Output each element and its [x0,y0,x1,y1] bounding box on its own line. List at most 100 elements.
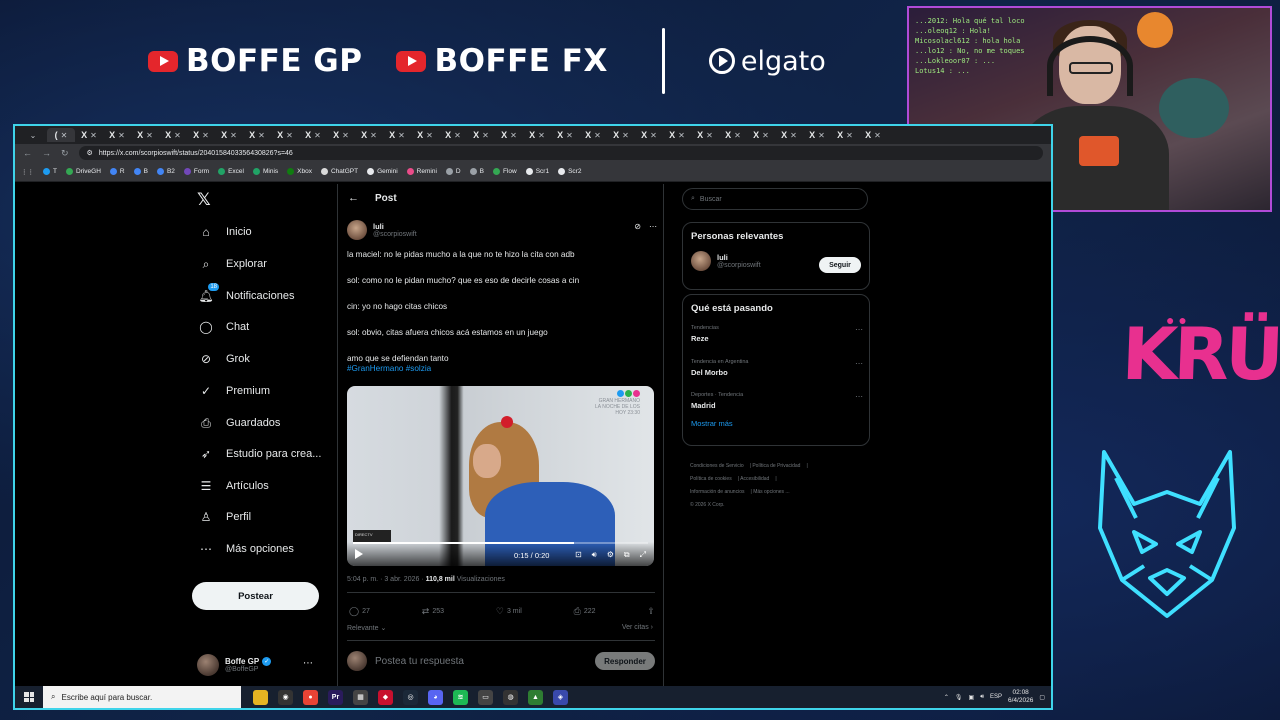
tab[interactable]: X ✕ [691,128,719,142]
nav-item-profile[interactable]: ♙ Perfil [198,507,251,527]
tab[interactable]: X ✕ [859,128,887,142]
trend-item[interactable]: Tendencias Reze ⋯ [691,325,863,343]
show-more-link[interactable]: Mostrar más [691,419,733,428]
premiere-icon[interactable]: Pr [328,689,343,705]
tab[interactable]: X ✕ [663,128,691,142]
app-icon[interactable]: ◍ [503,689,518,705]
relevant-user[interactable]: luli @scorpioswift [691,251,761,271]
more-dots-icon[interactable]: ⋯ [855,325,863,334]
nav-item-more[interactable]: ⋯ Más opciones [198,539,294,559]
bookmark[interactable]: Minis [252,168,278,175]
repost-button[interactable]: ⇄ 253 [422,606,444,617]
avatar[interactable] [347,220,367,240]
fullscreen-icon[interactable]: ⤢ [640,550,646,560]
bookmark[interactable]: R [109,168,125,175]
chrome-icon[interactable]: ● [303,689,318,705]
site-info-icon[interactable]: ⚙ [87,149,93,157]
nav-item-notifications[interactable]: 🔔︎ 18 Notificaciones [198,283,294,306]
author-name[interactable]: luli [373,222,417,231]
tab[interactable]: X ✕ [495,128,523,142]
trend-item[interactable]: Deportes · Tendencia Madrid ⋯ [691,392,863,410]
tab[interactable]: X ✕ [775,128,803,142]
tweet-timestamp[interactable]: 5:04 p. m. · 3 abr. 2026 · [347,576,426,583]
discord-icon[interactable]: ◕ [428,689,443,705]
footer-link[interactable]: Accesibilidad [740,476,769,482]
more-dots-icon[interactable]: ⋯ [649,222,657,231]
tab[interactable]: X ✕ [327,128,355,142]
video-player[interactable]: GRAN HERMANO LA NOCHE DE LOS HOY 23:30 D… [347,386,654,566]
network-icon[interactable]: ▣ [969,694,975,701]
nav-item-articles[interactable]: ☰ Artículos [198,476,269,496]
footer-link[interactable]: Información de anuncios [690,489,744,495]
bookmark[interactable]: B2 [156,168,175,175]
footer-link[interactable]: Política de Privacidad [752,463,800,469]
reply-sort-dropdown[interactable]: Relevante ⌄ [347,624,386,632]
bookmark[interactable]: DriveGH [65,168,101,175]
grok-icon[interactable]: ⊘ [634,222,641,231]
apps-grid-icon[interactable]: ⋮⋮ [21,168,34,176]
tab[interactable]: X ✕ [103,128,131,142]
volume-icon[interactable]: 🔊︎ [592,550,597,560]
tab[interactable]: X ✕ [411,128,439,142]
volume-icon[interactable]: 🔊︎ [980,694,984,701]
hashtag-links[interactable]: #GranHermano #solzia [347,364,659,374]
tab[interactable]: X ✕ [439,128,467,142]
tab[interactable]: X ✕ [467,128,495,142]
author-handle[interactable]: @scorpioswift [373,231,417,238]
tab[interactable]: X ✕ [635,128,663,142]
back-arrow-icon[interactable]: ← [348,192,359,204]
bookmark[interactable]: Form [183,168,209,175]
footer-link[interactable]: Más opciones ... [753,489,789,495]
account-switcher[interactable]: Boffe GP ✓ @BoffeGP ⋯ [197,652,337,678]
bookmark[interactable]: Flow [492,168,517,175]
app-icon[interactable]: ▭ [478,689,493,705]
tab[interactable]: X ✕ [719,128,747,142]
url-input[interactable]: ⚙ https://x.com/scorpioswift/status/2040… [78,146,1043,160]
footer-link[interactable]: Condiciones de Servicio [690,463,744,469]
footer-link[interactable]: Política de cookies [690,476,732,482]
forward-icon[interactable]: → [42,148,51,158]
nav-item-bookmarks[interactable]: ⎙ Guardados [198,413,280,433]
bookmark[interactable]: Xbox [287,168,312,175]
bookmark[interactable]: Scr1 [525,168,549,175]
nav-item-grok[interactable]: ⊘ Grok [198,349,250,369]
bookmark[interactable]: T [43,168,57,175]
tab-active[interactable]: (✕ [47,128,75,142]
tab[interactable]: X ✕ [831,128,859,142]
calculator-icon[interactable]: ▦ [353,689,368,705]
more-dots-icon[interactable]: ⋯ [855,392,863,401]
nav-item-chat[interactable]: ◯ Chat [198,317,249,337]
tab[interactable]: X ✕ [355,128,383,142]
bookmark[interactable]: Gemini [367,168,398,175]
nav-item-creator-studio[interactable]: ➶ Estudio para crea... [198,444,321,464]
bookmark[interactable]: Excel [218,168,244,175]
search-input[interactable]: ⌕ Buscar [682,188,868,210]
tab[interactable]: X ✕ [607,128,635,142]
tab[interactable]: X ✕ [159,128,187,142]
obs-icon[interactable]: ◉ [278,689,293,705]
bookmark[interactable]: Scr2 [558,168,581,175]
nav-item-premium[interactable]: ✓ Premium [198,381,270,401]
view-quotes-link[interactable]: Ver citas › [622,624,653,631]
reply-input[interactable]: Postea tu respuesta [375,656,587,667]
reload-icon[interactable]: ↻ [61,148,69,159]
tab[interactable]: X ✕ [383,128,411,142]
trend-item[interactable]: Tendencia en Argentina Del Morbo ⋯ [691,359,863,377]
share-button[interactable]: ⇪ [647,606,655,617]
play-icon[interactable] [355,549,363,559]
reply-submit-button[interactable]: Responder [595,652,655,670]
tab[interactable]: X ✕ [299,128,327,142]
bookmark[interactable]: Remini [406,168,437,175]
tab[interactable]: X ✕ [75,128,103,142]
post-button[interactable]: Postear [192,582,319,610]
back-icon[interactable]: ← [23,148,32,158]
tab-list-button[interactable]: ⌄ [19,128,47,142]
start-button[interactable] [15,686,43,708]
pip-icon[interactable]: ⧉ [624,550,630,560]
notifications-icon[interactable]: ▢ [1039,694,1045,701]
x-logo-icon[interactable]: 𝕏 [197,190,211,210]
tab[interactable]: X ✕ [271,128,299,142]
bookmark-button[interactable]: ⎙ 222 [574,606,596,617]
reply-button[interactable]: ◯ 27 [349,606,370,617]
bookmark[interactable]: B [133,168,148,175]
